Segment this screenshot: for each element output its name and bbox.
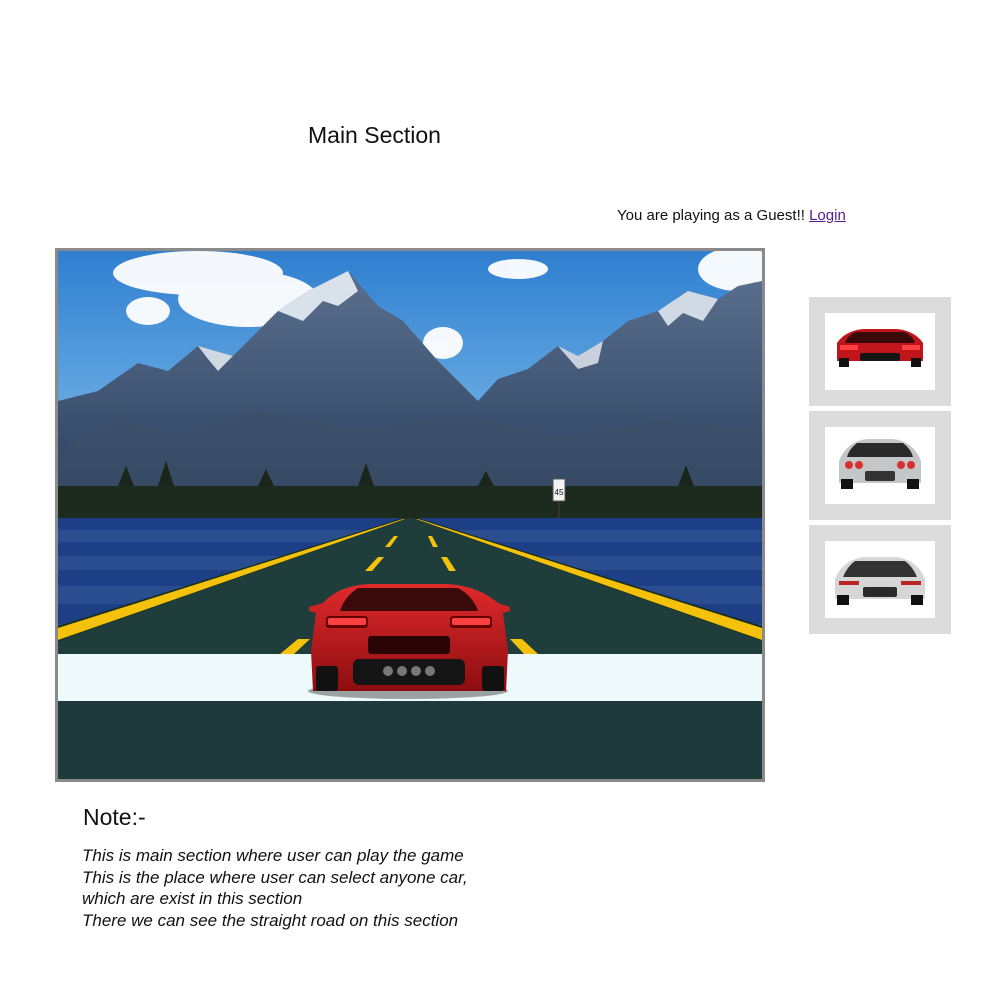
page-title: Main Section [308,122,441,148]
car-thumbnail [825,541,935,618]
guest-status-text: You are playing as a Guest!! [617,207,805,224]
speed-sign-text: 45 [555,488,564,497]
ground [58,701,762,779]
note-body: This is main section where user can play… [82,845,468,931]
car-select-panel [809,297,951,639]
note-title: Note:- [83,804,146,830]
treeline [58,486,762,518]
game-scene: 45 [58,251,762,779]
player-car [308,584,510,699]
car-thumbnail [825,427,935,504]
car-option-silver[interactable] [809,411,951,520]
note-line: This is the place where user can select … [82,867,468,887]
note-line: This is main section where user can play… [82,846,464,865]
note-line: There we can see the straight road on th… [82,910,459,930]
login-link[interactable]: Login [809,207,846,224]
car-option-red[interactable] [809,297,951,406]
car-option-white[interactable] [809,525,951,634]
guest-status: You are playing as a Guest!! Login [617,207,846,224]
car-thumbnail [825,313,935,390]
note-line: which are exist in this section [82,889,303,908]
game-canvas[interactable]: 45 [55,248,765,782]
